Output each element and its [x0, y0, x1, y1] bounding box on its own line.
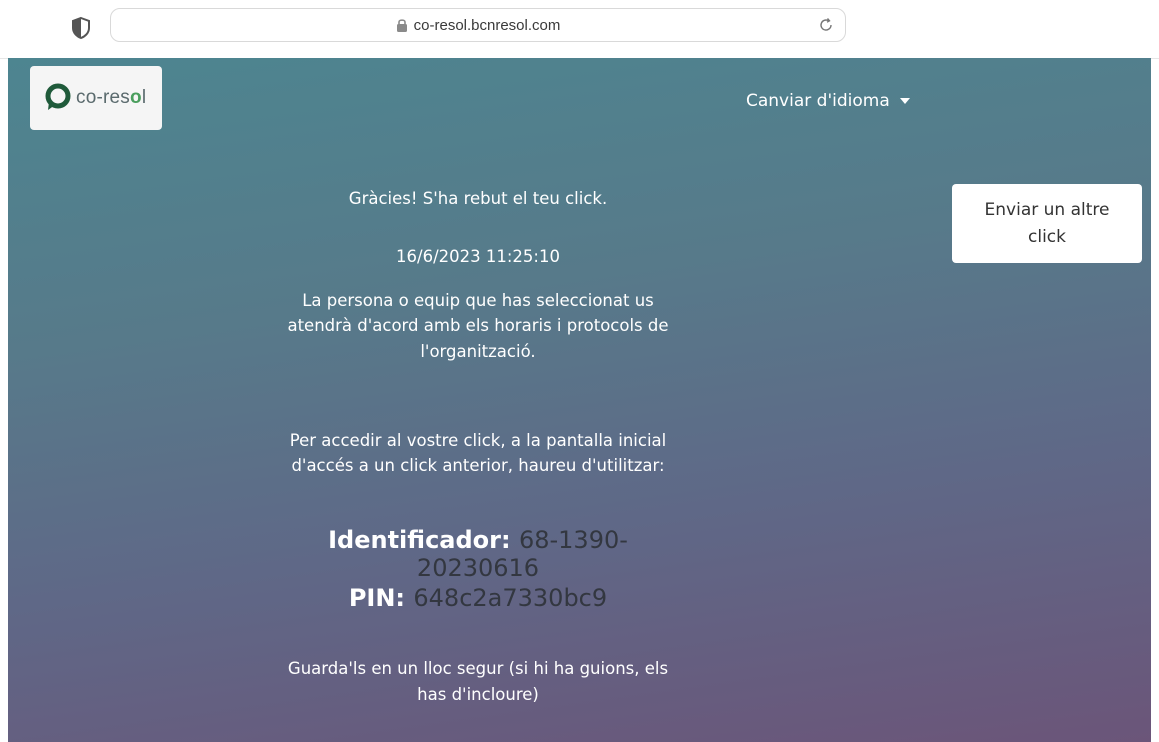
- url-text: co-resol.bcnresol.com: [413, 16, 561, 34]
- identifier-line-2: 20230616: [256, 555, 700, 581]
- info-line-3: l'organització.: [420, 342, 536, 361]
- reload-icon[interactable]: [817, 16, 835, 34]
- access-line-1: Per accedir al vostre click, a la pantal…: [289, 431, 667, 450]
- language-dropdown-label: Canviar d'idioma: [746, 91, 890, 111]
- thanks-message: Gràcies! S'ha rebut el teu click.: [348, 189, 608, 208]
- save-line-2: has d'incloure): [417, 685, 539, 704]
- identifier-value-part2: 20230616: [416, 554, 540, 582]
- pin-label: PIN:: [348, 584, 406, 612]
- identifier-value-part1: 68-1390-: [518, 526, 628, 554]
- send-another-label-1: Enviar un altre: [984, 199, 1110, 220]
- shield-icon[interactable]: [70, 16, 92, 40]
- caret-down-icon: [899, 98, 910, 104]
- access-line-2: d'accés a un click anterior, haureu d'ut…: [291, 456, 665, 475]
- info-line-2: atendrà d'acord amb els horaris i protoc…: [287, 316, 669, 335]
- language-dropdown[interactable]: Canviar d'idioma: [746, 91, 910, 111]
- browser-toolbar: co-resol.bcnresol.com: [0, 0, 1159, 59]
- logo[interactable]: co-resol: [30, 66, 162, 130]
- pin-line: PIN: 648c2a7330bc9: [256, 585, 700, 611]
- address-bar[interactable]: co-resol.bcnresol.com: [110, 8, 846, 42]
- info-line-1: La persona o equip que has seleccionat u…: [302, 291, 654, 310]
- identifier-line-1: Identificador: 68-1390-: [256, 527, 700, 553]
- pin-value: 648c2a7330bc9: [413, 584, 608, 612]
- timestamp: 16/6/2023 11:25:10: [396, 247, 560, 266]
- send-another-label-2: click: [1028, 226, 1066, 247]
- lock-icon: [396, 19, 407, 32]
- logo-speech-bubble-icon: [45, 83, 71, 110]
- send-another-click-button[interactable]: Enviar un altre click: [952, 184, 1142, 263]
- page-body: co-resol Canviar d'idioma Gràcies! S'ha …: [8, 58, 1151, 742]
- save-line-1: Guarda'ls en un lloc segur (si hi ha gui…: [287, 659, 669, 678]
- logo-text: co-resol: [76, 87, 147, 108]
- identifier-label: Identificador:: [328, 526, 511, 554]
